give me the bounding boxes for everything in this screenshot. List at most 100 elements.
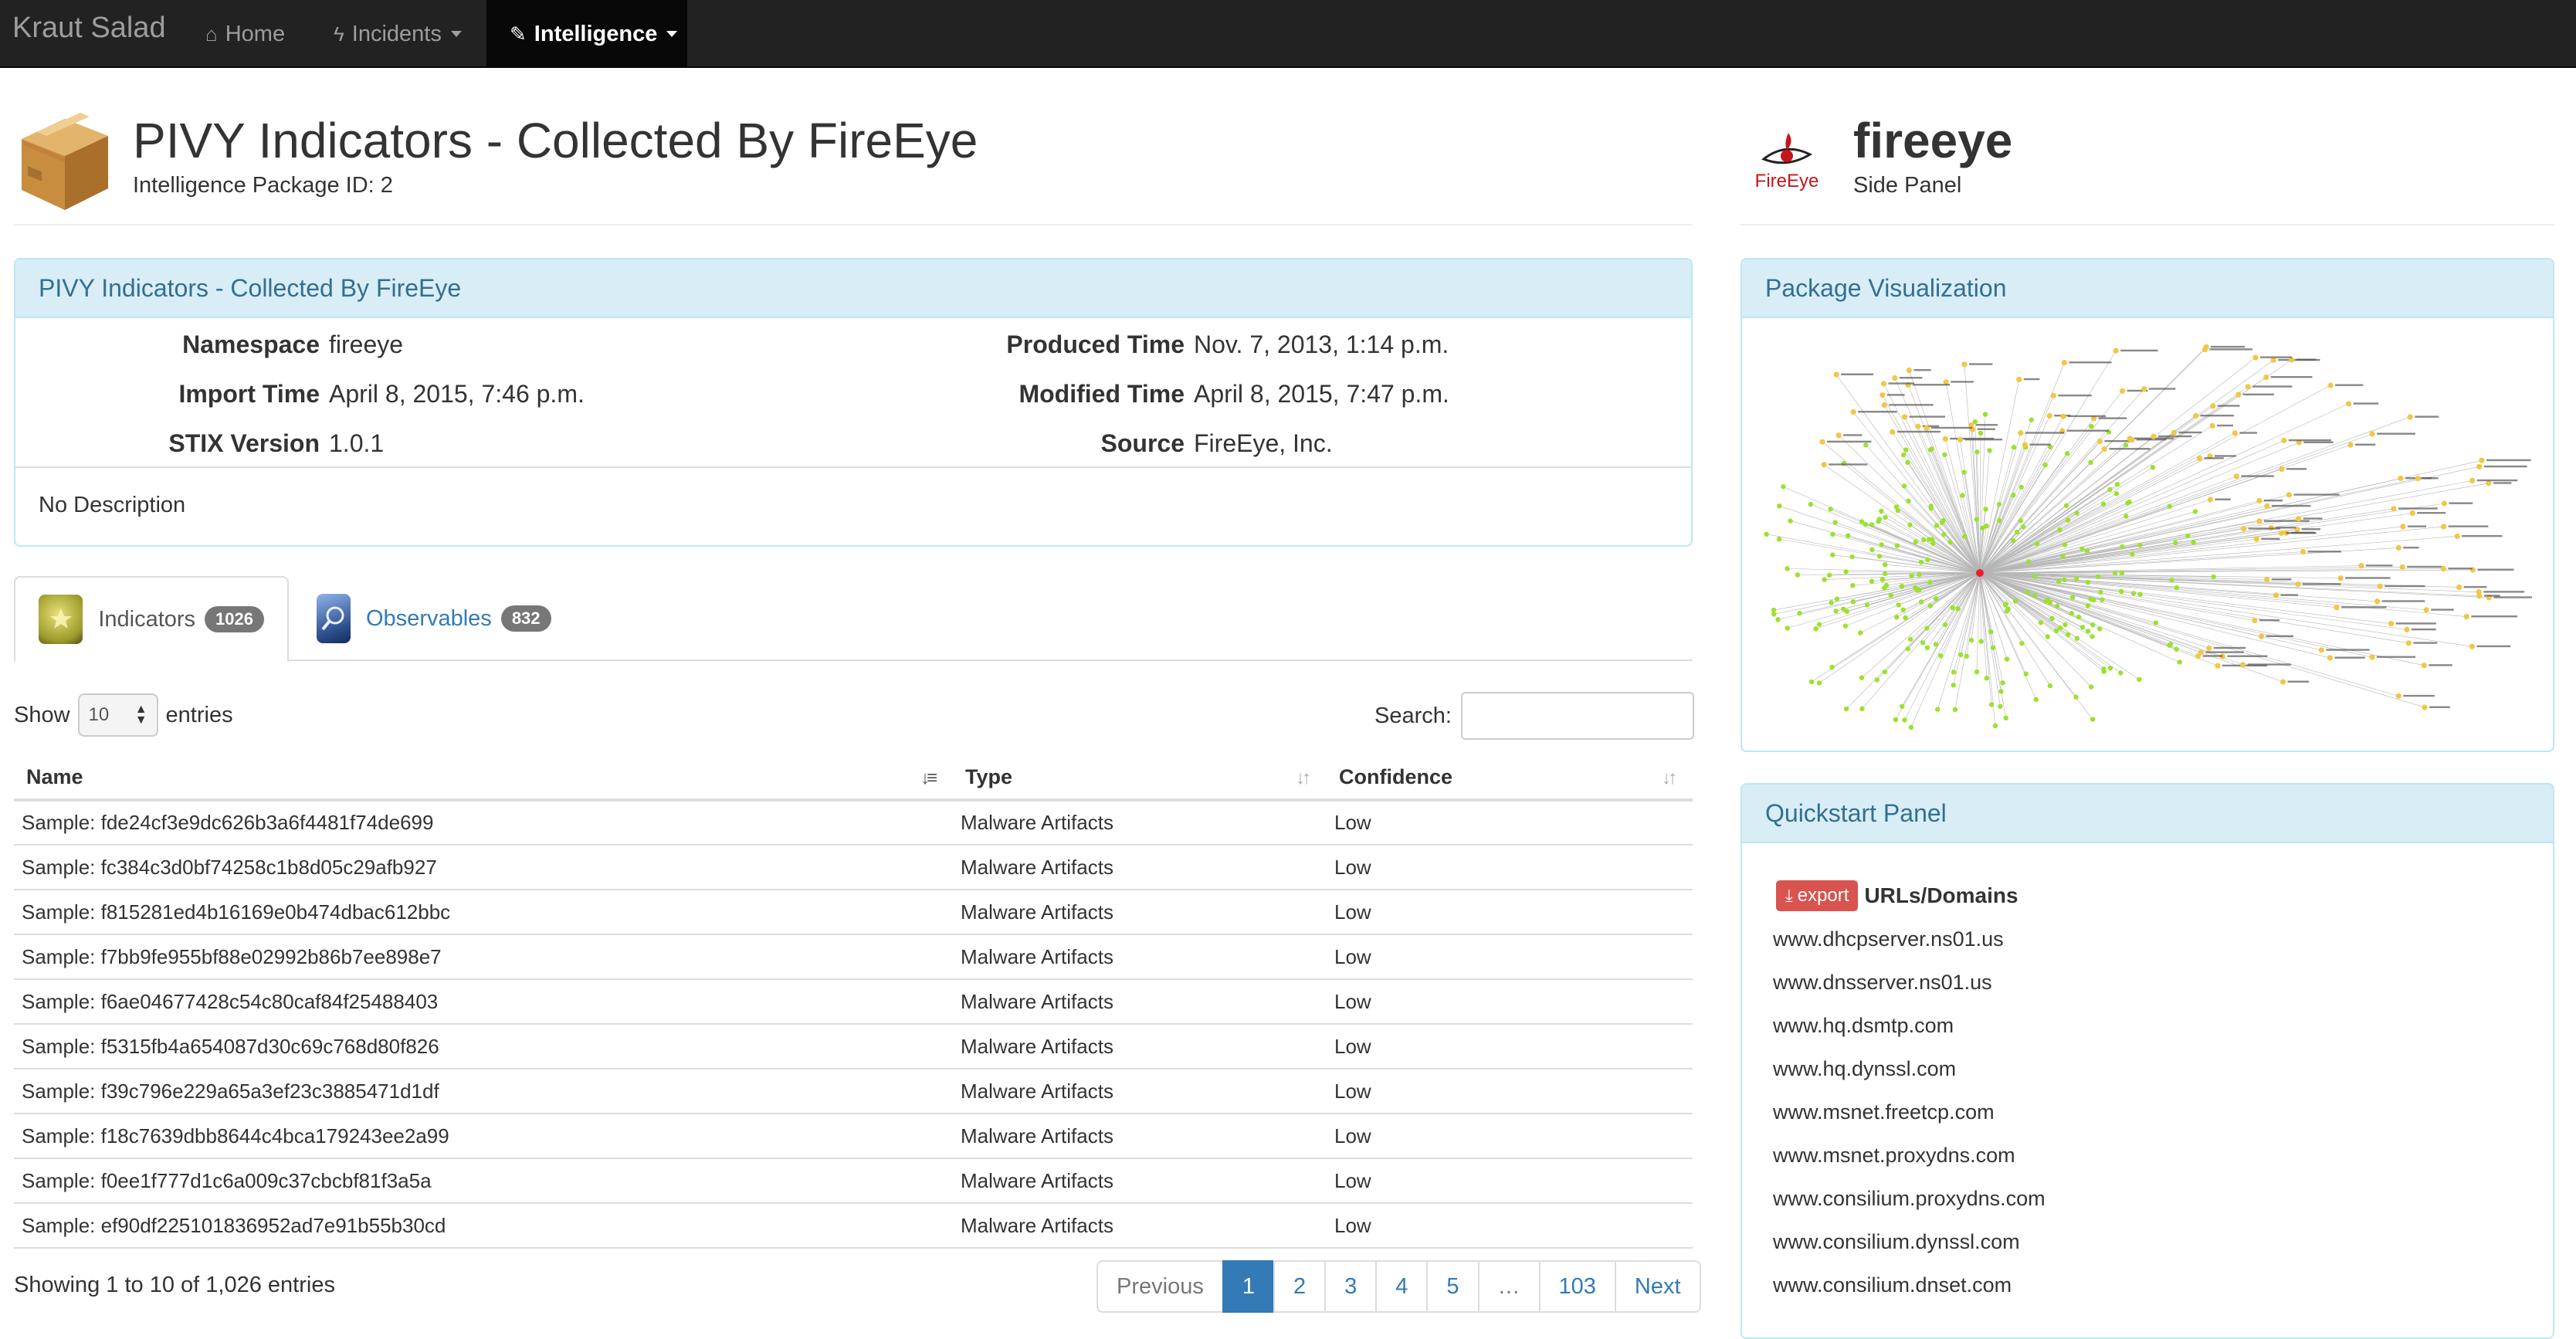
home-icon: ⌂ (205, 22, 218, 46)
pagination-next[interactable]: Next (1615, 1260, 1701, 1313)
cell-name: Sample: fde24cf3e9dc626b3a6f4481f74de699 (14, 800, 953, 845)
cell-name: Sample: f5315fb4a654087d30c69c768d80f826 (14, 1024, 953, 1069)
page-link-4[interactable]: 4 (1375, 1260, 1428, 1313)
cell-confidence: Low (1327, 800, 1693, 845)
export-button[interactable]: ⤓ export (1776, 880, 1858, 911)
package-description: No Description (39, 493, 185, 518)
column-name-label: Name (26, 765, 83, 788)
table-row[interactable]: Sample: f0ee1f777d1c6a009c37cbcbf81f3a5a… (14, 1158, 1693, 1203)
side-panel-title: fireeye (1853, 110, 2012, 171)
fireeye-logo-text: FireEye (1755, 171, 1819, 192)
urls-domains-list: www.dhcpserver.ns01.uswww.dnsserver.ns01… (1773, 917, 2046, 1307)
stix-version-label: STIX Version (168, 429, 320, 458)
nav-home[interactable]: ⌂ Home (182, 0, 308, 68)
nav-home-label: Home (225, 22, 285, 47)
namespace-value: fireeye (329, 331, 403, 359)
cell-confidence: Low (1327, 890, 1693, 934)
page-link-5[interactable]: 5 (1426, 1260, 1479, 1313)
cell-type: Malware Artifacts (953, 934, 1327, 979)
import-time-label: Import Time (178, 380, 320, 408)
show-label: Show (14, 703, 70, 728)
url-domain-item: www.consilium.proxydns.com (1773, 1177, 2046, 1220)
url-domain-item: www.dhcpserver.ns01.us (1773, 917, 2046, 961)
sort-descending-icon: ↓≡ (920, 768, 934, 789)
column-header-type[interactable]: Type ↓↑ (953, 755, 1327, 800)
table-search: Search: (1374, 692, 1694, 740)
column-header-confidence[interactable]: Confidence ↓↑ (1327, 755, 1693, 800)
stix-version-value: 1.0.1 (329, 429, 384, 458)
cell-confidence: Low (1327, 1158, 1693, 1203)
entries-length-select[interactable]: 10 ▲▼ (78, 693, 158, 737)
viz-package-root-node (1976, 569, 1984, 577)
url-domain-item: www.consilium.dynssl.com (1773, 1220, 2046, 1263)
indicators-table: Name ↓≡ Type ↓↑ Confidence ↓↑ Sample: fd… (14, 755, 1693, 1249)
nav-intelligence-dropdown[interactable]: ✎ Intelligence (486, 0, 687, 68)
source-label: Source (1101, 429, 1185, 458)
package-box-icon (14, 113, 114, 213)
cell-confidence: Low (1327, 1069, 1693, 1114)
page-link-2[interactable]: 2 (1273, 1260, 1326, 1313)
table-row[interactable]: Sample: fc384c3d0bf74258c1b8d05c29afb927… (14, 845, 1693, 890)
pagination: Previous 1 2 3 4 5 … 103 Next (1096, 1260, 1701, 1313)
page-ellipsis: … (1478, 1260, 1541, 1313)
cell-type: Malware Artifacts (953, 890, 1327, 934)
table-row[interactable]: Sample: f5315fb4a654087d30c69c768d80f826… (14, 1024, 1693, 1069)
select-arrows-icon: ▲▼ (135, 704, 147, 726)
pagination-previous[interactable]: Previous (1096, 1260, 1224, 1313)
sort-both-icon: ↓↑ (1296, 768, 1308, 789)
page-header: PIVY Indicators - Collected By FireEye I… (14, 102, 1693, 225)
page-link-1[interactable]: 1 (1222, 1260, 1275, 1313)
package-info-panel: PIVY Indicators - Collected By FireEye N… (14, 258, 1693, 547)
brand-link[interactable]: Kraut Salad (12, 9, 166, 46)
cell-type: Malware Artifacts (953, 1203, 1327, 1248)
source-value: FireEye, Inc. (1194, 429, 1333, 458)
import-time-value: April 8, 2015, 7:46 p.m. (329, 380, 585, 408)
nav-incidents-label: Incidents (352, 22, 442, 47)
package-visualization-heading: Package Visualization (1742, 259, 2553, 318)
cell-confidence: Low (1327, 1203, 1693, 1248)
top-navbar: Kraut Salad ⌂ Home ϟ Incidents ✎ Intelli… (0, 0, 2576, 68)
cell-type: Malware Artifacts (953, 1114, 1327, 1158)
cell-type: Malware Artifacts (953, 845, 1327, 890)
table-row[interactable]: Sample: f815281ed4b16169e0b474dbac612bbc… (14, 890, 1693, 934)
table-info: Showing 1 to 10 of 1,026 entries (14, 1273, 335, 1298)
table-row[interactable]: Sample: ef90df225101836952ad7e91b55b30cd… (14, 1203, 1693, 1248)
cell-type: Malware Artifacts (953, 800, 1327, 845)
quickstart-body: ⤓ export URLs/Domains www.dhcpserver.ns0… (1773, 880, 2046, 1307)
cell-name: Sample: f18c7639dbb8644c4bca179243ee2a99 (14, 1114, 953, 1158)
cell-name: Sample: ef90df225101836952ad7e91b55b30cd (14, 1203, 953, 1248)
content-tabs: Indicators 1026 Observables 832 (14, 576, 1693, 661)
table-row[interactable]: Sample: f18c7639dbb8644c4bca179243ee2a99… (14, 1114, 1693, 1158)
side-panel-header: FireEye fireeye Side Panel (1740, 102, 2554, 225)
urls-domains-title: URLs/Domains (1864, 883, 2018, 908)
tab-indicators-label: Indicators (98, 607, 195, 632)
cell-confidence: Low (1327, 934, 1693, 979)
column-header-name[interactable]: Name ↓≡ (14, 755, 953, 800)
tab-indicators[interactable]: Indicators 1026 (14, 576, 289, 663)
nav-incidents-dropdown[interactable]: ϟ Incidents (310, 0, 485, 68)
divider (15, 466, 1691, 468)
page-title: PIVY Indicators - Collected By FireEye (133, 110, 978, 171)
cell-name: Sample: f6ae04677428c54c80caf84f25488403 (14, 979, 953, 1024)
url-domain-item: www.consilium.dnset.com (1773, 1263, 2046, 1307)
url-domain-item: www.msnet.freetcp.com (1773, 1090, 2046, 1134)
table-row[interactable]: Sample: f6ae04677428c54c80caf84f25488403… (14, 979, 1693, 1024)
table-row[interactable]: Sample: fde24cf3e9dc626b3a6f4481f74de699… (14, 800, 1693, 845)
page-link-103[interactable]: 103 (1539, 1260, 1616, 1313)
tab-observables[interactable]: Observables 832 (293, 576, 571, 661)
download-icon: ⤓ (1785, 886, 1793, 906)
package-visualization-panel: Package Visualization (1740, 258, 2554, 752)
quickstart-panel: Quickstart Panel ⤓ export URLs/Domains w… (1740, 783, 2554, 1339)
cell-name: Sample: f815281ed4b16169e0b474dbac612bbc (14, 890, 953, 934)
table-row[interactable]: Sample: f39c796e229a65a3ef23c3885471d1df… (14, 1069, 1693, 1114)
chevron-down-icon (666, 31, 677, 37)
produced-time-value: Nov. 7, 2013, 1:14 p.m. (1194, 331, 1449, 359)
cell-confidence: Low (1327, 1024, 1693, 1069)
package-graph-visualization[interactable] (1764, 341, 2536, 734)
url-domain-item: www.msnet.proxydns.com (1773, 1134, 2046, 1177)
table-row[interactable]: Sample: f7bb9fe955bf88e02992b86b7ee898e7… (14, 934, 1693, 979)
search-input[interactable] (1461, 692, 1694, 740)
cell-type: Malware Artifacts (953, 1069, 1327, 1114)
page-link-3[interactable]: 3 (1324, 1260, 1377, 1313)
entries-length-control: Show 10 ▲▼ entries (14, 693, 233, 737)
